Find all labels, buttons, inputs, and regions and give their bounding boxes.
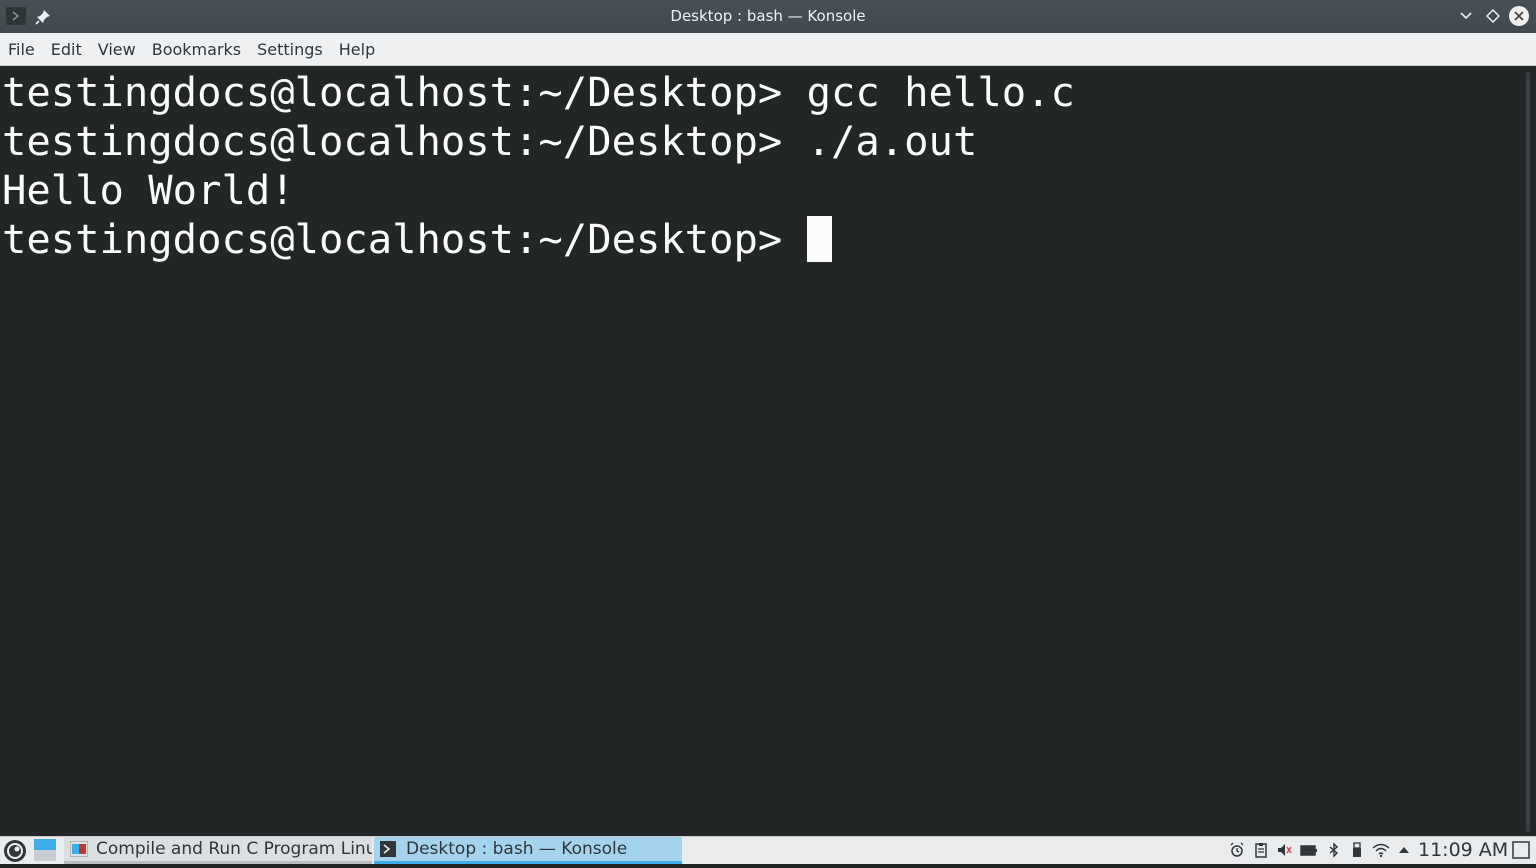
browser-icon: [70, 841, 88, 857]
scrollbar[interactable]: [1520, 66, 1536, 836]
task-konsole[interactable]: Desktop : bash — Konsole: [374, 837, 682, 864]
bluetooth-icon[interactable]: [1326, 842, 1342, 858]
window-title: Desktop : bash — Konsole: [670, 7, 866, 25]
menu-bar: File Edit View Bookmarks Settings Help: [0, 33, 1536, 66]
menu-view[interactable]: View: [90, 33, 144, 66]
menu-settings[interactable]: Settings: [249, 33, 331, 66]
clipboard-icon[interactable]: [1253, 842, 1269, 858]
menu-bookmarks[interactable]: Bookmarks: [144, 33, 249, 66]
expand-tray-icon[interactable]: [1397, 842, 1411, 858]
alarm-icon[interactable]: [1229, 842, 1245, 858]
terminal-line: Hello World!: [2, 166, 295, 214]
wifi-icon[interactable]: [1372, 842, 1390, 858]
konsole-window: Desktop : bash — Konsole File Edit View …: [0, 0, 1536, 836]
terminal-prompt: testingdocs@localhost:~/Desktop>: [2, 215, 807, 263]
terminal-area[interactable]: testingdocs@localhost:~/Desktop> gcc hel…: [0, 66, 1520, 836]
taskbar: Compile and Run C Program Linu... Deskto…: [0, 836, 1536, 864]
volume-muted-icon[interactable]: [1276, 842, 1292, 858]
menu-edit[interactable]: Edit: [43, 33, 90, 66]
scrollbar-track[interactable]: [1526, 72, 1530, 832]
clock[interactable]: 11:09 AM: [1418, 837, 1508, 864]
terminal-line: testingdocs@localhost:~/Desktop> gcc hel…: [2, 68, 1075, 116]
application-launcher-icon[interactable]: [2, 838, 28, 864]
battery-icon[interactable]: [1300, 842, 1318, 858]
maximize-button[interactable]: [1483, 6, 1503, 26]
show-desktop-icon[interactable]: [1512, 841, 1530, 859]
terminal-prompt-line: testingdocs@localhost:~/Desktop>: [2, 215, 832, 264]
task-label: Desktop : bash — Konsole: [406, 839, 628, 859]
chevron-down-icon: [1460, 12, 1472, 20]
text-cursor: [806, 216, 832, 262]
minimize-button[interactable]: [1456, 6, 1476, 26]
close-button[interactable]: [1509, 6, 1529, 26]
menu-file[interactable]: File: [0, 33, 43, 66]
konsole-icon: [380, 841, 396, 857]
diamond-icon: [1486, 9, 1500, 23]
usb-icon[interactable]: [1349, 842, 1365, 858]
task-label: Compile and Run C Program Linu...: [96, 839, 372, 859]
close-icon: [1509, 6, 1529, 26]
task-browser[interactable]: Compile and Run C Program Linu...: [64, 837, 372, 864]
title-bar[interactable]: Desktop : bash — Konsole: [0, 0, 1536, 33]
terminal-line: testingdocs@localhost:~/Desktop> ./a.out: [2, 117, 978, 165]
menu-help[interactable]: Help: [331, 33, 383, 66]
desktop-pager-icon[interactable]: [33, 838, 57, 862]
